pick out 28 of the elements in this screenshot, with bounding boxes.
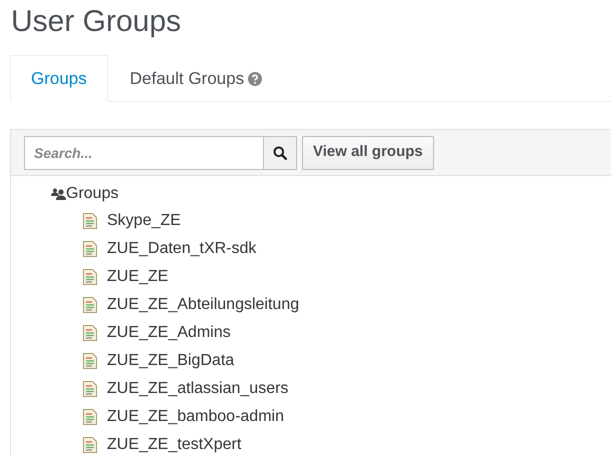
search-icon <box>273 146 287 160</box>
document-icon <box>83 241 97 257</box>
tab[interactable]: Groups <box>10 55 108 102</box>
document-icon <box>83 409 97 425</box>
search-field[interactable]: Search... <box>24 136 264 170</box>
users-icon <box>51 188 66 200</box>
tree-item-label[interactable]: ZUE_ZE <box>107 265 168 289</box>
document-icon <box>83 269 97 285</box>
tree-root-label[interactable]: Groups <box>66 182 118 206</box>
document-icon <box>83 353 97 369</box>
view-all-groups-button[interactable]: View all groups <box>302 136 434 170</box>
document-icon <box>83 381 97 397</box>
tree-item-label[interactable]: ZUE_ZE_testXpert <box>107 433 242 456</box>
tab[interactable]: Default Groups <box>108 55 284 102</box>
document-icon <box>83 437 97 453</box>
tree-item-label[interactable]: ZUE_Daten_tXR-sdk <box>107 237 256 261</box>
tree-item-label[interactable]: ZUE_ZE_BigData <box>107 349 234 373</box>
tree-item-label[interactable]: ZUE_ZE_atlassian_users <box>107 377 288 401</box>
page-title: User Groups <box>10 4 182 40</box>
tree-item-label[interactable]: ZUE_ZE_Abteilungsleitung <box>107 293 300 317</box>
tree-item-label[interactable]: Skype_ZE <box>107 209 181 233</box>
document-icon <box>83 213 97 229</box>
tree-item-label[interactable]: ZUE_ZE_bamboo-admin <box>107 405 284 429</box>
search-button[interactable] <box>264 136 297 170</box>
tree-item-label[interactable]: ZUE_ZE_Admins <box>107 321 231 345</box>
document-icon <box>83 297 97 313</box>
help-icon[interactable] <box>248 72 262 86</box>
document-icon <box>83 325 97 341</box>
